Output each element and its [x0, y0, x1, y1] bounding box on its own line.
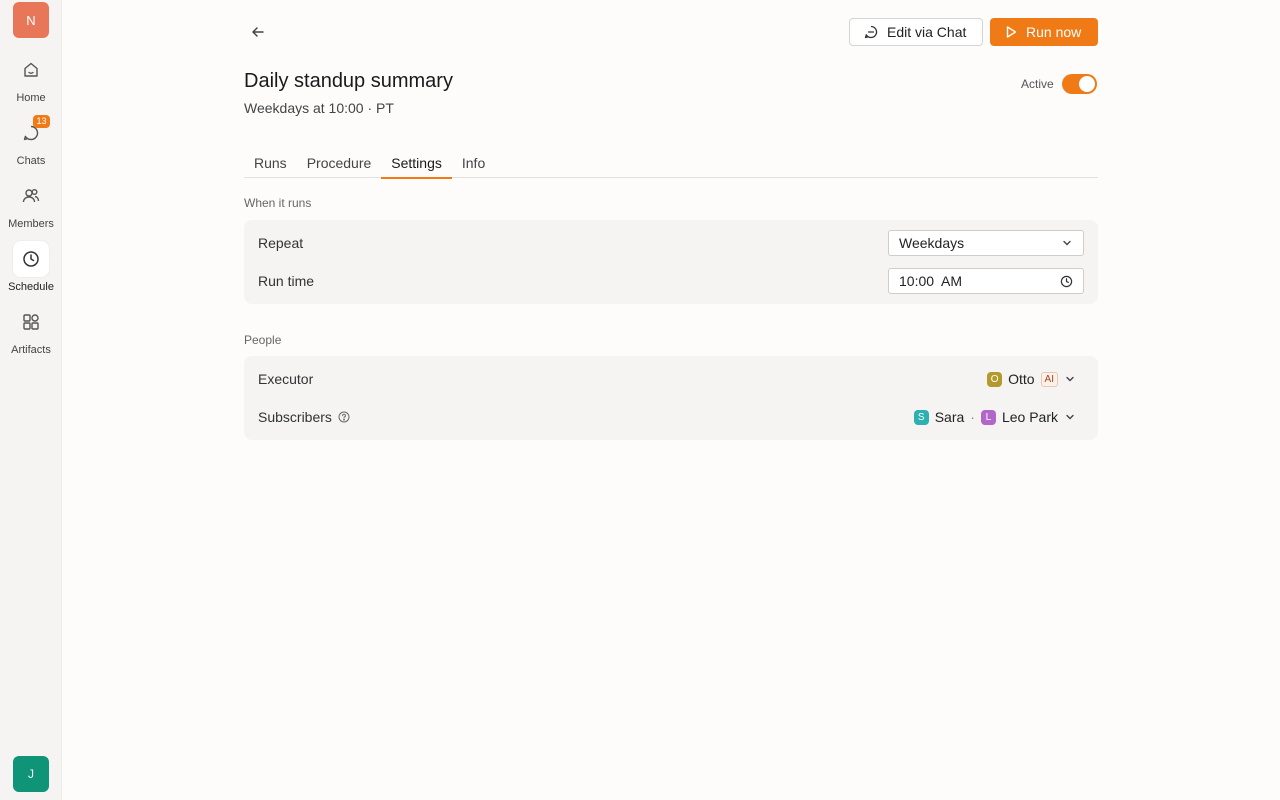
subscriber-name: Leo Park: [1001, 409, 1058, 425]
members-icon: [22, 189, 40, 203]
sidebar-item-label: Members: [8, 218, 54, 230]
sidebar-item-members[interactable]: Members: [0, 178, 62, 230]
executor-row: Executor O Otto AI: [244, 361, 1098, 397]
help-icon[interactable]: [338, 411, 350, 423]
runtime-label: Run time: [258, 273, 315, 289]
section-label-people: People: [244, 333, 282, 347]
subscriber-avatar: S: [913, 409, 929, 425]
play-icon: [1006, 26, 1017, 38]
sidebar-item-chats[interactable]: 13 Chats: [0, 115, 62, 167]
sidebar-item-label: Schedule: [8, 281, 54, 293]
runtime-input[interactable]: 10:00 AM: [888, 268, 1084, 294]
repeat-label: Repeat: [258, 235, 304, 251]
subscriber-avatar: L: [980, 409, 996, 425]
subscribers-row: Subscribers S Sara · L Leo Park: [244, 399, 1098, 435]
ai-badge: AI: [1040, 371, 1058, 387]
subscribers-label: Subscribers: [258, 409, 332, 425]
tab-info[interactable]: Info: [452, 150, 495, 178]
active-toggle[interactable]: [1061, 74, 1097, 94]
runtime-row: Run time 10:00 AM: [244, 263, 1098, 299]
runtime-value: 10:00 AM: [899, 273, 963, 289]
home-icon: [24, 62, 38, 77]
executor-select[interactable]: O Otto AI: [987, 371, 1076, 387]
clock-icon: [23, 251, 39, 267]
run-now-label: Run now: [1026, 24, 1082, 40]
subscribers-select[interactable]: S Sara · L Leo Park: [913, 409, 1076, 425]
repeat-select[interactable]: Weekdays: [888, 230, 1084, 256]
executor-name: Otto: [1008, 371, 1035, 387]
sidebar-item-label: Home: [16, 92, 46, 104]
workspace-avatar[interactable]: N: [13, 2, 49, 38]
clock-icon: [1060, 275, 1073, 287]
when-card: Repeat Weekdays Run time 10:00 AM: [244, 220, 1098, 304]
sidebar-item-artifacts[interactable]: Artifacts: [0, 304, 62, 356]
toggle-knob: [1078, 76, 1095, 92]
artifacts-icon: [23, 314, 39, 330]
people-card: Executor O Otto AI Subscribers S Sara · …: [244, 356, 1098, 440]
chat-icon: [864, 25, 878, 39]
subscriber-name: Sara: [934, 409, 965, 425]
page-title: Daily standup summary: [244, 70, 453, 92]
subscribers-label-group: Subscribers: [258, 409, 350, 425]
user-avatar[interactable]: J: [13, 756, 49, 792]
run-now-button[interactable]: Run now: [990, 18, 1098, 46]
chevron-down-icon: [1063, 240, 1071, 246]
page-subtitle: Weekdays at 10:00 · PT: [244, 100, 394, 116]
sidebar-item-label: Chats: [16, 155, 46, 167]
executor-label: Executor: [258, 371, 314, 387]
edit-via-chat-button[interactable]: Edit via Chat: [849, 18, 983, 46]
executor-avatar: O: [987, 371, 1003, 387]
tab-settings[interactable]: Settings: [381, 150, 452, 179]
active-toggle-group: Active: [1021, 74, 1097, 94]
sidebar-item-home[interactable]: Home: [0, 52, 62, 104]
sidebar-item-label: Artifacts: [11, 344, 51, 356]
separator: ·: [970, 409, 975, 425]
chevron-down-icon: [1066, 376, 1074, 382]
chats-unread-badge: 13: [33, 115, 50, 128]
repeat-value: Weekdays: [899, 235, 965, 251]
tab-bar: Runs Procedure Settings Info: [244, 150, 1098, 179]
sidebar: N Home 13 Chats Members Schedule Artifac…: [0, 0, 62, 800]
edit-via-chat-label: Edit via Chat: [887, 24, 967, 40]
sidebar-item-schedule[interactable]: Schedule: [0, 241, 62, 293]
chevron-down-icon: [1066, 414, 1074, 420]
back-button[interactable]: [244, 18, 272, 46]
active-label: Active: [1021, 77, 1054, 91]
tab-procedure[interactable]: Procedure: [297, 150, 382, 178]
section-label-when: When it runs: [244, 196, 312, 210]
tab-runs[interactable]: Runs: [244, 150, 297, 178]
repeat-row: Repeat Weekdays: [244, 225, 1098, 261]
arrow-left-icon: [252, 27, 264, 37]
